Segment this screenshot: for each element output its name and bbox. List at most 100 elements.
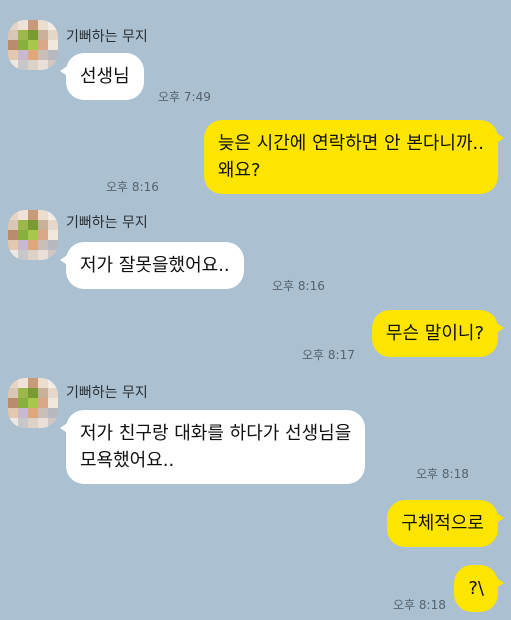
avatar-pixel [8, 50, 18, 60]
avatar-pixel [38, 388, 48, 398]
avatar-pixel [38, 378, 48, 388]
avatar-pixel [18, 40, 28, 50]
sender-name: 기뻐하는 무지 [66, 29, 148, 45]
avatar-pixel [28, 230, 38, 240]
avatar-pixel [48, 240, 58, 250]
message-text: 구체적으로 [401, 513, 484, 534]
sender-avatar[interactable] [8, 20, 58, 70]
avatar-pixel [18, 60, 28, 70]
avatar-pixel [18, 50, 28, 60]
sender-avatar[interactable] [8, 210, 58, 260]
sender-name: 기뻐하는 무지 [66, 385, 148, 401]
avatar-pixel [18, 240, 28, 250]
avatar-pixel [18, 220, 28, 230]
message-bubble-received[interactable]: 저가 잘못을했어요.. [60, 242, 244, 289]
message-time: 오후 8:16 [272, 279, 325, 293]
avatar-pixel [28, 50, 38, 60]
avatar-pixel [28, 60, 38, 70]
message-time: 오후 8:16 [106, 180, 159, 194]
avatar-pixel [8, 20, 18, 30]
sender-avatar[interactable] [8, 378, 58, 428]
message-bubble-received[interactable]: 저가 친구랑 대화를 하다가 선생님을 모욕했어요.. [59, 410, 366, 484]
avatar-pixel [38, 20, 48, 30]
avatar-pixel [48, 210, 58, 220]
avatar-pixel [28, 250, 38, 260]
message-bubble-sent[interactable]: 구체적으로 [387, 500, 504, 547]
avatar-pixel [48, 398, 58, 408]
avatar-pixel [8, 408, 18, 418]
message-text-line: 모욕했어요.. [80, 450, 175, 471]
avatar-pixel [48, 30, 58, 40]
avatar-pixel [28, 408, 38, 418]
avatar-pixel [8, 418, 18, 428]
message-bubble-sent[interactable]: ?\ [454, 565, 504, 612]
avatar-pixel [8, 210, 18, 220]
avatar-pixel [38, 398, 48, 408]
avatar-pixel [38, 418, 48, 428]
avatar-pixel [28, 418, 38, 428]
message-time: 오후 8:18 [416, 467, 469, 481]
avatar-pixel [28, 210, 38, 220]
avatar-pixel [38, 240, 48, 250]
avatar-pixel [38, 50, 48, 60]
avatar-pixel [48, 20, 58, 30]
avatar-pixel [28, 20, 38, 30]
message-text: 무슨 말이니? [385, 323, 484, 344]
avatar-pixel [8, 220, 18, 230]
avatar-pixel [48, 50, 58, 60]
avatar-pixel [28, 240, 38, 250]
avatar-pixel [38, 250, 48, 260]
avatar-pixel [48, 408, 58, 418]
message-text: 선생님 [80, 66, 130, 87]
avatar-pixel [28, 40, 38, 50]
avatar-pixel [18, 398, 28, 408]
message-bubble-sent[interactable]: 늦은 시간에 연락하면 안 본다니까.. 왜요? [203, 120, 505, 194]
message-bubble-sent[interactable]: 무슨 말이니? [371, 310, 505, 357]
avatar-pixel [18, 378, 28, 388]
avatar-pixel [8, 230, 18, 240]
avatar-pixel [38, 40, 48, 50]
avatar-pixel [18, 210, 28, 220]
avatar-pixel [48, 250, 58, 260]
avatar-pixel [38, 60, 48, 70]
avatar-pixel [48, 418, 58, 428]
message-text-line: 왜요? [217, 160, 261, 181]
message-text: ?\ [468, 578, 484, 599]
avatar-pixel [8, 30, 18, 40]
avatar-pixel [8, 378, 18, 388]
avatar-pixel [8, 250, 18, 260]
avatar-pixel [18, 30, 28, 40]
avatar-pixel [28, 378, 38, 388]
avatar-pixel [8, 40, 18, 50]
avatar-pixel [18, 250, 28, 260]
message-bubble-received[interactable]: 선생님 [60, 53, 144, 100]
avatar-pixel [28, 30, 38, 40]
sender-name: 기뻐하는 무지 [66, 215, 148, 231]
avatar-pixel [18, 20, 28, 30]
message-time: 오후 8:18 [393, 598, 446, 612]
message-text-line: 늦은 시간에 연락하면 안 본다니까.. [217, 133, 484, 154]
avatar-pixel [28, 398, 38, 408]
message-text: 저가 잘못을했어요.. [80, 255, 230, 276]
message-time: 오후 8:17 [302, 348, 355, 362]
avatar-pixel [48, 388, 58, 398]
avatar-pixel [38, 30, 48, 40]
message-time: 오후 7:49 [158, 90, 211, 104]
avatar-pixel [48, 60, 58, 70]
avatar-pixel [8, 60, 18, 70]
avatar-pixel [18, 230, 28, 240]
avatar-pixel [38, 220, 48, 230]
avatar-pixel [48, 40, 58, 50]
avatar-pixel [48, 378, 58, 388]
avatar-pixel [8, 398, 18, 408]
avatar-pixel [38, 230, 48, 240]
avatar-pixel [18, 408, 28, 418]
avatar-pixel [28, 388, 38, 398]
avatar-pixel [18, 418, 28, 428]
avatar-pixel [38, 210, 48, 220]
avatar-pixel [48, 230, 58, 240]
avatar-pixel [18, 388, 28, 398]
avatar-pixel [8, 388, 18, 398]
avatar-pixel [8, 240, 18, 250]
avatar-pixel [28, 220, 38, 230]
